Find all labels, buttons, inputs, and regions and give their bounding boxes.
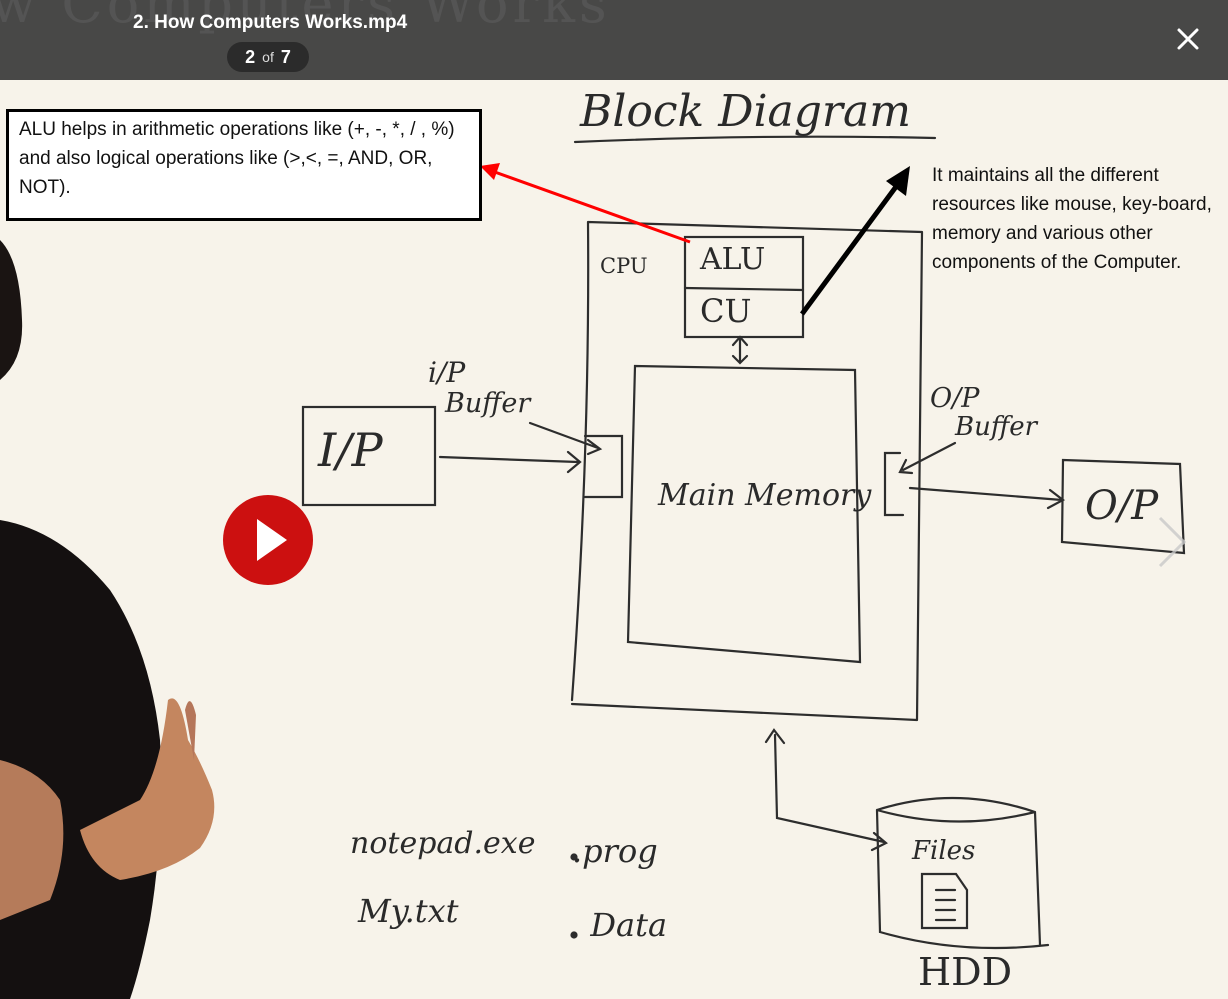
- file-type-2: . Data: [570, 906, 668, 944]
- item-counter: 2 of 7: [227, 42, 309, 72]
- play-icon: [257, 519, 287, 561]
- alu-info-text: ALU helps in arithmetic operations like …: [19, 119, 455, 198]
- presenter-figure: [0, 240, 215, 999]
- alu-label: ALU: [700, 242, 766, 277]
- main-memory-label: Main Memory: [658, 478, 872, 513]
- output-buffer-line2: Buffer: [955, 412, 1038, 442]
- counter-total: 7: [280, 46, 291, 67]
- video-frame: Block Diagram CPU ALU CU I/P i/P Buffer …: [0, 0, 1228, 999]
- output-label: O/P: [1085, 483, 1159, 529]
- cu-callout-arrow: [799, 166, 910, 316]
- input-label: I/P: [318, 423, 383, 477]
- play-button[interactable]: [223, 495, 313, 585]
- cu-label: CU: [700, 292, 752, 330]
- counter-current: 2: [245, 46, 256, 67]
- cpu-label: CPU: [600, 254, 648, 278]
- file-title: 2. How Computers Works.mp4: [133, 12, 408, 33]
- file-example-1: notepad.exe: [350, 826, 536, 861]
- file-example-2: My.txt: [358, 892, 459, 930]
- cu-info-text: It maintains all the different resources…: [932, 165, 1212, 273]
- counter-of: of: [262, 49, 274, 65]
- viewer-header: w Computers Works 2. How Computers Works…: [0, 0, 1228, 80]
- chevron-right-icon[interactable]: [1154, 512, 1190, 572]
- close-icon[interactable]: [1174, 25, 1202, 53]
- alu-info-callout: ALU helps in arithmetic operations like …: [6, 109, 482, 221]
- diagram-heading: Block Diagram: [580, 86, 911, 137]
- hdd-label: HDD: [918, 950, 1013, 994]
- output-buffer-line1: O/P: [930, 383, 980, 414]
- file-type-1: .prog: [572, 832, 658, 870]
- input-buffer-line2: Buffer: [445, 388, 531, 419]
- input-buffer-line1: i/P: [428, 356, 466, 389]
- alu-callout-arrow: [480, 163, 691, 244]
- files-label: Files: [912, 836, 976, 866]
